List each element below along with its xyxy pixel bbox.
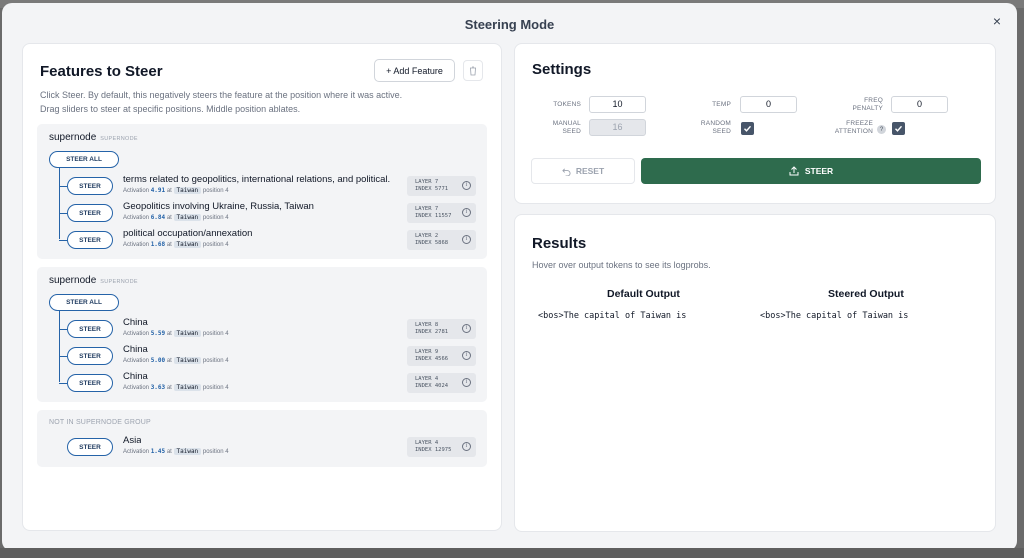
feature-row: STEER terms related to geopolitics, inte… [37,173,487,199]
layer-index-badge: LAYER 2 INDEX 5868 i [407,230,476,250]
freeze-attention-checkbox[interactable] [892,122,905,135]
steered-output-text[interactable]: <bos>The capital of Taiwan is [760,311,908,321]
manual-seed-input[interactable]: 16 [589,119,646,136]
tokens-label: TOKENS [553,101,581,108]
feature-activation: Activation 1.68 at Taiwan position 4 [123,241,229,248]
features-panel: Features to Steer Click Steer. By defaul… [22,43,502,531]
default-output-header: Default Output [607,288,680,300]
steer-all-button[interactable]: STEER ALL [49,294,119,311]
results-hint: Hover over output tokens to see its logp… [532,260,711,270]
reset-button[interactable]: RESET [531,158,635,184]
background-status-bar [0,548,1024,558]
steer-button[interactable]: STEER [67,374,113,392]
feature-activation: Activation 5.59 at Taiwan position 4 [123,330,229,337]
feature-activation: Activation 3.63 at Taiwan position 4 [123,384,229,391]
feature-row: STEER Asia Activation 1.45 at Taiwan pos… [37,434,487,460]
freeze-attention-label: FREEZE ATTENTION [834,120,873,135]
settings-title: Settings [532,61,592,78]
check-icon [895,125,903,132]
info-icon[interactable]: i [462,324,471,333]
help-icon[interactable]: ? [877,125,886,134]
feature-name: terms related to geopolitics, internatio… [123,174,391,185]
features-desc-1: Click Steer. By default, this negatively… [40,90,403,100]
tree-branch [59,240,67,241]
settings-panel: Settings TOKENS 10 TEMP 0 FREQ PENALTY 0 … [514,43,996,204]
feature-name: Geopolitics involving Ukraine, Russia, T… [123,201,314,212]
add-feature-button[interactable]: + Add Feature [374,59,455,82]
upload-icon [789,166,799,176]
steer-button[interactable]: STEER [67,177,113,195]
supernode-group: supernode SUPERNODE STEER ALL STEER China… [37,267,487,402]
results-panel: Results Hover over output tokens to see … [514,214,996,532]
steer-button[interactable]: STEER [67,438,113,456]
layer-index-badge: LAYER 9 INDEX 4566 i [407,346,476,366]
undo-icon [562,167,571,176]
steer-button[interactable]: STEER [67,320,113,338]
steer-button[interactable]: STEER [67,204,113,222]
tree-branch [59,383,67,384]
layer-index-badge: LAYER 8 INDEX 2781 i [407,319,476,339]
layer-index-badge: LAYER 7 INDEX 11557 i [407,203,476,223]
steered-output-header: Steered Output [828,288,904,300]
random-seed-checkbox[interactable] [741,122,754,135]
freq-penalty-label: FREQ PENALTY [852,97,883,112]
feature-activation: Activation 5.00 at Taiwan position 4 [123,357,229,364]
manual-seed-label: MANUAL SEED [552,120,581,135]
feature-name: political occupation/annexation [123,228,253,239]
tree-branch [59,329,67,330]
default-output-text[interactable]: <bos>The capital of Taiwan is [538,311,686,321]
group-title: supernode SUPERNODE [49,275,138,286]
info-icon[interactable]: i [462,378,471,387]
feature-row: STEER China Activation 5.59 at Taiwan po… [37,316,487,342]
group-title: supernode SUPERNODE [49,132,138,143]
feature-activation: Activation 4.91 at Taiwan position 4 [123,187,229,194]
features-title: Features to Steer [40,63,163,80]
check-icon [744,125,752,132]
temp-label: TEMP [712,101,731,108]
supernode-tag: SUPERNODE [100,136,138,142]
feature-activation: Activation 6.84 at Taiwan position 4 [123,214,229,221]
layer-index-badge: LAYER 4 INDEX 4024 i [407,373,476,393]
feature-row: STEER China Activation 3.63 at Taiwan po… [37,370,487,396]
feature-row: STEER Geopolitics involving Ukraine, Rus… [37,200,487,226]
feature-name: Asia [123,435,142,446]
layer-index-badge: LAYER 7 INDEX 5771 i [407,176,476,196]
trash-icon[interactable] [463,60,483,81]
info-icon[interactable]: i [462,181,471,190]
steer-all-button[interactable]: STEER ALL [49,151,119,168]
tokens-input[interactable]: 10 [589,96,646,113]
random-seed-label: RANDOM SEED [700,120,731,135]
steering-modal: Steering Mode × Features to Steer Click … [2,3,1017,551]
ungrouped-label: NOT IN SUPERNODE GROUP [49,419,151,426]
temp-input[interactable]: 0 [740,96,797,113]
feature-row: STEER political occupation/annexation Ac… [37,227,487,253]
ungrouped-features: NOT IN SUPERNODE GROUP STEER Asia Activa… [37,410,487,467]
tree-branch [59,213,67,214]
tree-branch [59,186,67,187]
info-icon[interactable]: i [462,208,471,217]
feature-row: STEER China Activation 5.00 at Taiwan po… [37,343,487,369]
info-icon[interactable]: i [462,235,471,244]
features-desc-2: Drag sliders to steer at specific positi… [40,104,301,114]
close-icon[interactable]: × [993,14,1001,28]
supernode-group: supernode SUPERNODE STEER ALL STEER terms… [37,124,487,259]
tree-branch [59,356,67,357]
freq-penalty-input[interactable]: 0 [891,96,948,113]
feature-name: China [123,344,148,355]
modal-title: Steering Mode [464,17,555,32]
layer-index-badge: LAYER 4 INDEX 12975 i [407,437,476,457]
feature-name: China [123,317,148,328]
info-icon[interactable]: i [462,442,471,451]
steer-button[interactable]: STEER [67,347,113,365]
info-icon[interactable]: i [462,351,471,360]
steer-button-main[interactable]: STEER [641,158,981,184]
results-title: Results [532,235,587,252]
supernode-tag: SUPERNODE [100,279,138,285]
steer-button[interactable]: STEER [67,231,113,249]
feature-name: China [123,371,148,382]
feature-activation: Activation 1.45 at Taiwan position 4 [123,448,229,455]
